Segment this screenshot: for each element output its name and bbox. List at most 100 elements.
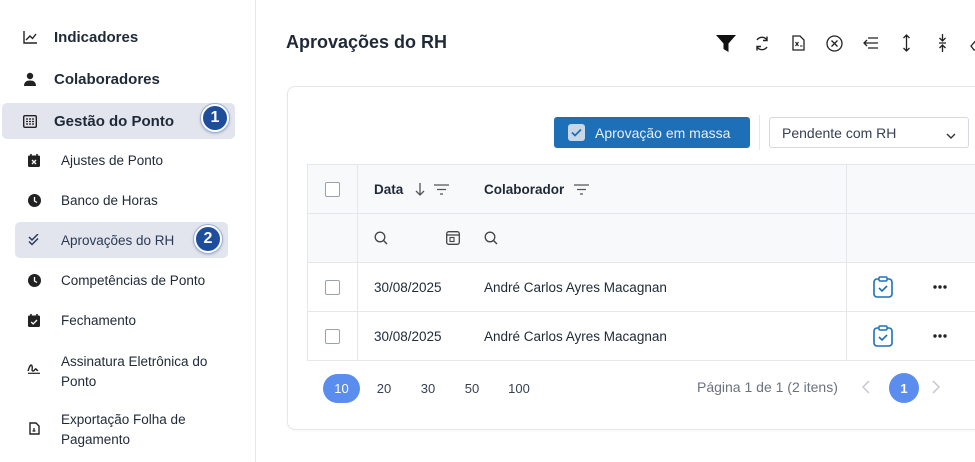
filter-row-spacer [308, 214, 358, 262]
cell-colaborador: André Carlos Ayres Macagnan [484, 328, 667, 344]
status-select-value: Pendente com RH [782, 124, 897, 141]
refresh-icon [754, 35, 770, 52]
filter-row [308, 214, 975, 263]
sidebar-item-label: Aprovações do RH [61, 232, 175, 248]
sidebar-item-fechamento[interactable]: Fechamento [26, 311, 231, 329]
clipboard-check-icon[interactable] [873, 325, 893, 347]
page-size-10[interactable]: 10 [323, 374, 360, 403]
row-select-cell [308, 312, 358, 360]
expand-vertical-icon [902, 34, 911, 52]
export-excel-button[interactable] [780, 32, 816, 54]
select-all-cell [308, 165, 358, 213]
label-line-2: Pagamento [61, 432, 131, 447]
search-icon[interactable] [484, 231, 498, 245]
sidebar-item-label: Gestão do Ponto [54, 112, 174, 130]
expand-vertical-button[interactable] [888, 32, 924, 54]
app-root: Indicadores Colaboradores Gestão do Pont… [0, 0, 975, 462]
column-header-data[interactable]: Data [374, 165, 450, 213]
clipboard-check-icon[interactable] [873, 276, 893, 298]
status-select[interactable]: Pendente com RH [769, 117, 969, 148]
mass-approve-button[interactable]: Aprovação em massa [554, 117, 750, 148]
row-actions-cell [846, 263, 975, 311]
clock-icon [26, 193, 42, 207]
toolbar [708, 32, 975, 54]
eraser-button[interactable] [960, 32, 975, 54]
chart-line-icon [20, 30, 40, 44]
compress-vertical-icon [938, 34, 947, 52]
sidebar-item-label: Exportação Folha de Pagamento [61, 410, 186, 450]
sidebar-item-banco-horas[interactable]: Banco de Horas [26, 191, 231, 209]
sidebar-item-label: Banco de Horas [61, 192, 158, 208]
step-badge-2: 2 [194, 225, 222, 253]
clear-circle-icon [825, 34, 843, 52]
signature-icon [26, 362, 42, 374]
table-row[interactable]: 30/08/2025 André Carlos Ayres Macagnan [308, 312, 975, 361]
compress-vertical-button[interactable] [924, 32, 960, 54]
sidebar-item-label: Fechamento [61, 312, 137, 328]
sidebar-item-ajustes[interactable]: Ajustes de Ponto [26, 151, 231, 169]
filter-button[interactable] [708, 32, 744, 54]
clear-button[interactable] [816, 32, 852, 54]
data-table: Data Colaborador 30/08/2025 André Carlos… [307, 164, 975, 361]
column-header-colaborador[interactable]: Colaborador [484, 165, 590, 213]
label-line-2: Ponto [61, 374, 97, 389]
date-picker-icon[interactable] [446, 231, 460, 245]
column-filter-icon[interactable] [434, 183, 450, 195]
search-icon[interactable] [374, 231, 388, 245]
mass-approve-label: Aprovação em massa [595, 124, 731, 141]
file-export-icon [26, 422, 42, 435]
sidebar-item-gestao-ponto[interactable]: Gestão do Ponto [2, 103, 235, 139]
sidebar: Indicadores Colaboradores Gestão do Pont… [0, 0, 256, 462]
label-line-1: Exportação Folha de [61, 412, 186, 427]
checkbox-icon [568, 124, 585, 141]
collapse-left-icon [862, 37, 878, 49]
select-all-checkbox[interactable] [325, 181, 340, 197]
cell-data: 30/08/2025 [374, 328, 442, 344]
sidebar-item-label: Competências de Ponto [61, 272, 206, 288]
column-filter-icon[interactable] [574, 183, 590, 195]
page-title: Aprovações do RH [286, 32, 448, 52]
page-button-1[interactable]: 1 [889, 373, 919, 403]
column-label: Data [374, 181, 404, 197]
sidebar-item-label: Ajustes de Ponto [61, 152, 164, 168]
sort-down-icon[interactable] [415, 182, 425, 197]
calendar-check-icon [26, 313, 42, 327]
sidebar-item-indicadores[interactable]: Indicadores [14, 19, 234, 55]
step-badge-1: 1 [201, 104, 229, 132]
clock-icon [26, 273, 42, 287]
user-icon [20, 72, 40, 86]
collapse-left-button[interactable] [852, 32, 888, 54]
double-check-icon [26, 234, 42, 246]
table-header-row: Data Colaborador [308, 165, 975, 214]
cell-colaborador: André Carlos Ayres Macagnan [484, 279, 667, 295]
row-checkbox[interactable] [325, 328, 340, 344]
sidebar-item-colaboradores[interactable]: Colaboradores [14, 61, 234, 97]
sidebar-item-label: Assinatura Eletrônica do Ponto [61, 352, 207, 392]
filter-cell-colaborador[interactable] [484, 214, 498, 262]
next-page-icon[interactable] [932, 380, 941, 399]
label-line-1: Assinatura Eletrônica do [61, 354, 208, 369]
prev-page-icon[interactable] [861, 380, 870, 399]
page-size-20[interactable]: 20 [372, 374, 396, 403]
row-actions-cell [846, 312, 975, 360]
more-options-icon[interactable] [933, 285, 947, 289]
sidebar-item-label: Indicadores [54, 28, 139, 46]
calendar-x-icon [26, 153, 42, 167]
refresh-button[interactable] [744, 32, 780, 54]
sidebar-item-exportacao[interactable]: Exportação Folha de Pagamento [26, 410, 231, 450]
divider [759, 115, 760, 150]
actions-header-cell [846, 165, 975, 213]
page-size-50[interactable]: 50 [460, 374, 484, 403]
sidebar-item-assinatura[interactable]: Assinatura Eletrônica do Ponto [26, 352, 231, 392]
more-options-icon[interactable] [933, 334, 947, 338]
export-excel-icon [791, 35, 805, 51]
table-row[interactable]: 30/08/2025 André Carlos Ayres Macagnan [308, 263, 975, 312]
filter-icon [716, 34, 736, 52]
filter-cell-data[interactable] [374, 214, 460, 262]
sidebar-item-competencias[interactable]: Competências de Ponto [26, 271, 231, 289]
row-checkbox[interactable] [325, 279, 340, 295]
page-size-100[interactable]: 100 [503, 374, 535, 403]
page-size-30[interactable]: 30 [416, 374, 440, 403]
row-select-cell [308, 263, 358, 311]
calendar-grid-icon [20, 114, 40, 128]
